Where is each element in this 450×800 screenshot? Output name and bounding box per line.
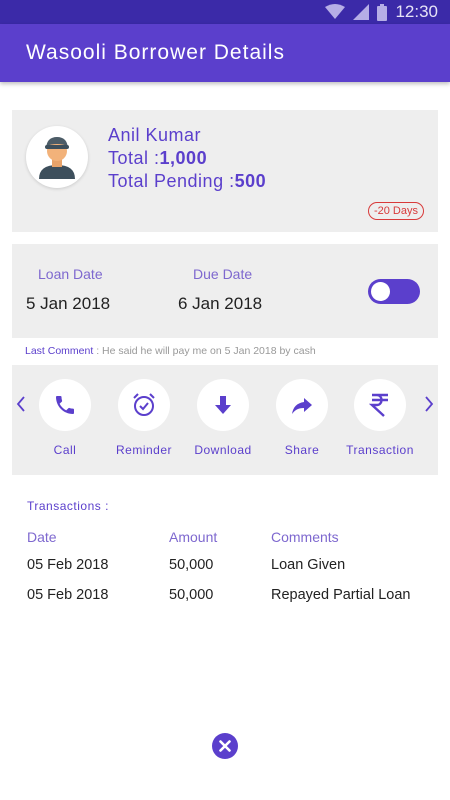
actions-bar: Call Reminder Download Share Transaction [12,365,438,475]
transaction-label: Transaction [346,443,414,457]
borrower-total: Total :1,000 [108,147,266,170]
row-date: 05 Feb 2018 [27,587,109,603]
signal-icon [353,4,370,20]
table-row: 05 Feb 2018 50,000 Repayed Partial Loan [0,583,450,613]
download-icon [215,396,231,414]
last-comment-text: : He said he will pay me on 5 Jan 2018 b… [93,345,316,357]
last-comment: Last Comment : He said he will pay me on… [25,345,450,359]
person-icon [39,137,75,179]
row-amount: 50,000 [169,557,214,573]
share-button[interactable]: Share [262,379,342,457]
status-toggle[interactable] [368,279,420,304]
close-icon [219,740,231,752]
total-value: 1,000 [159,148,208,168]
download-circle [197,379,249,431]
dates-card: Loan Date 5 Jan 2018 Due Date 6 Jan 2018 [12,244,438,338]
reminder-circle [118,379,170,431]
call-button[interactable]: Call [25,379,105,457]
toggle-knob [371,282,390,301]
borrower-name: Anil Kumar [108,125,202,145]
header-date: Date [27,529,57,545]
days-badge: -20 Days [367,202,424,220]
alarm-icon [133,393,155,416]
borrower-info: Anil Kumar Total :1,000 Total Pending :5… [108,124,266,193]
rupee-icon [369,393,388,417]
row-date: 05 Feb 2018 [27,557,109,573]
row-comment: Loan Given [271,557,346,573]
share-label: Share [284,443,320,457]
borrower-pending: Total Pending :500 [108,170,266,193]
reminder-button[interactable]: Reminder [104,379,184,457]
share-icon [292,398,312,414]
status-bar: 12:30 [0,0,450,24]
table-row: 05 Feb 2018 50,000 Loan Given [0,553,450,583]
phone-icon [56,396,74,414]
battery-icon [377,3,388,21]
header-comments: Comments [271,529,339,545]
due-date: Due Date 6 Jan 2018 [178,266,262,314]
pending-label: Total Pending : [108,171,235,191]
share-circle [276,379,328,431]
header-amount: Amount [169,529,218,545]
loan-date-label: Loan Date [38,266,103,282]
app-bar: Wasooli Borrower Details [0,24,450,82]
row-comment: Repayed Partial Loan [271,587,411,603]
due-date-label: Due Date [193,266,253,282]
total-label: Total : [108,148,160,168]
transactions-header: Date Amount Comments [0,529,450,553]
status-time: 12:30 [395,2,438,21]
loan-date: Loan Date 5 Jan 2018 [26,266,110,314]
avatar [26,126,88,188]
wifi-icon [325,4,346,20]
reminder-label: Reminder [115,443,173,457]
transaction-circle [354,379,406,431]
download-label: Download [194,443,252,457]
row-amount: 50,000 [169,587,214,603]
chevron-right-icon[interactable] [424,395,434,418]
call-label: Call [53,443,77,457]
last-comment-label: Last Comment [25,345,94,357]
loan-date-value: 5 Jan 2018 [26,294,111,313]
transactions-title: Transactions : [27,499,109,513]
transaction-button[interactable]: Transaction [340,379,420,457]
close-button[interactable] [212,733,238,759]
page-title: Wasooli Borrower Details [26,41,285,64]
call-circle [39,379,91,431]
due-date-value: 6 Jan 2018 [178,294,263,313]
borrower-card: Anil Kumar Total :1,000 Total Pending :5… [12,110,438,232]
download-button[interactable]: Download [183,379,263,457]
pending-value: 500 [234,171,267,191]
